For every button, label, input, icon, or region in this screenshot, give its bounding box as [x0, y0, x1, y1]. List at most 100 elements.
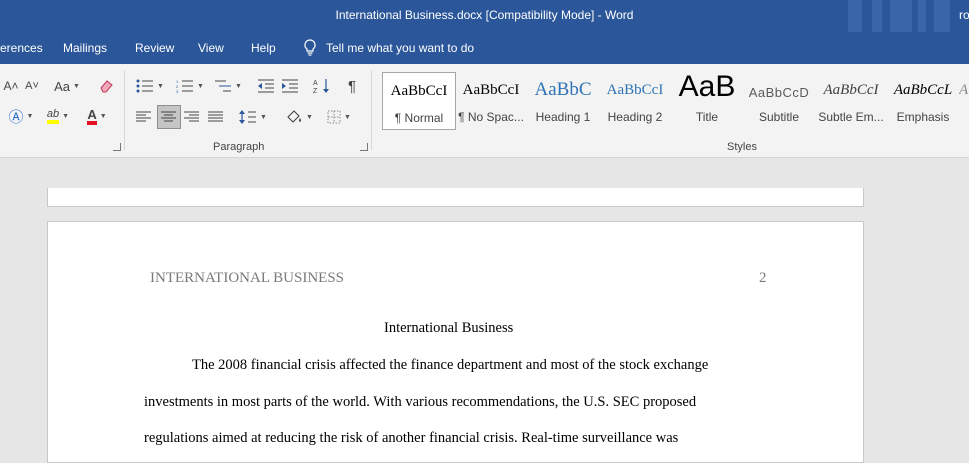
body-line: regulations aimed at reducing the risk o…: [144, 430, 679, 446]
style-heading-1[interactable]: AaBbC Heading 1: [527, 72, 599, 128]
tab-references[interactable]: erences: [0, 41, 43, 55]
shrink-font-button[interactable]: A˅: [24, 76, 40, 96]
tab-help[interactable]: Help: [251, 41, 276, 55]
chevron-down-icon: ▼: [26, 112, 34, 120]
shading-button[interactable]: ▼: [282, 107, 316, 127]
change-case-label: Aa: [54, 78, 70, 94]
text-effects-button[interactable]: Ⓐ ▼: [4, 106, 38, 126]
style-preview: AaB: [678, 70, 736, 103]
text-effects-icon: Ⓐ: [8, 108, 24, 126]
chevron-down-icon: ▼: [344, 113, 351, 121]
align-right-icon: [184, 111, 199, 122]
style-partial[interactable]: A: [959, 72, 969, 128]
align-center-button[interactable]: [157, 105, 181, 129]
ribbon: A˄ A˅ Aa ▼ Ⓐ ▼ ab ▼ A ▼ ▼ 123 ▼ ▼ A Z ¶ …: [0, 64, 969, 158]
body-line: investments in most parts of the world. …: [144, 394, 697, 410]
paint-bucket-icon: [287, 110, 302, 123]
document-page[interactable]: INTERNATIONAL BUSINESS 2 International B…: [47, 221, 864, 463]
show-formatting-button[interactable]: ¶: [342, 76, 362, 96]
line-spacing-button[interactable]: ▼: [236, 107, 270, 127]
header-title: INTERNATIONAL BUSINESS: [150, 270, 345, 286]
paragraph-group-label: Paragraph: [213, 141, 265, 153]
font-dialog-launcher[interactable]: [113, 143, 121, 151]
lightbulb-icon: [304, 39, 316, 56]
paragraph-dialog-launcher[interactable]: [360, 143, 368, 151]
borders-button[interactable]: ▼: [322, 107, 356, 127]
tab-review[interactable]: Review: [135, 41, 174, 55]
highlighter-icon: ab: [46, 108, 60, 124]
style-label: ¶ Normal: [394, 111, 444, 125]
style-label: Emphasis: [896, 110, 950, 124]
change-case-button[interactable]: Aa ▼: [52, 76, 82, 96]
style-label: Title: [695, 110, 719, 124]
svg-text:3: 3: [176, 89, 179, 93]
font-color-icon: A: [87, 108, 97, 125]
increase-indent-button[interactable]: [280, 76, 300, 96]
multilevel-list-icon: [215, 80, 232, 92]
style-normal[interactable]: AaBbCcI ¶ Normal: [382, 72, 456, 130]
chevron-down-icon: ▼: [72, 82, 80, 90]
page-number: 2: [759, 270, 767, 286]
align-left-button[interactable]: [134, 107, 154, 127]
style-preview: AaBbCcI: [823, 82, 879, 98]
style-preview: AaBbCcL: [893, 82, 953, 98]
style-subtle-emphasis[interactable]: AaBbCcI Subtle Em...: [815, 72, 887, 128]
style-label: Subtle Em...: [818, 110, 884, 124]
tell-me-label: Tell me what you want to do: [326, 40, 475, 55]
tab-mailings[interactable]: Mailings: [63, 41, 107, 55]
align-left-icon: [136, 111, 151, 122]
justify-button[interactable]: [206, 107, 226, 127]
chevron-down-icon: ▼: [157, 82, 164, 90]
bullets-button[interactable]: ▼: [134, 76, 166, 96]
align-right-button[interactable]: [182, 107, 202, 127]
sort-button[interactable]: A Z: [312, 76, 332, 96]
justify-icon: [208, 111, 223, 122]
style-preview: AaBbCcI: [390, 83, 448, 99]
font-color-button[interactable]: A ▼: [82, 106, 112, 126]
align-center-icon: [161, 111, 176, 122]
svg-text:A: A: [313, 80, 318, 87]
bullet-list-icon: [136, 79, 154, 93]
chevron-down-icon: ▼: [306, 113, 313, 121]
style-heading-2[interactable]: AaBbCcI Heading 2: [599, 72, 671, 128]
chevron-down-icon: ▼: [99, 112, 107, 120]
style-preview: AaBbCcI: [462, 82, 520, 98]
chevron-down-icon: ▼: [260, 113, 267, 121]
styles-group-label: Styles: [727, 141, 757, 153]
style-title[interactable]: AaB Title: [671, 70, 743, 128]
borders-icon: [327, 110, 341, 124]
tell-me-search[interactable]: Tell me what you want to do: [304, 39, 474, 56]
style-label: Heading 1: [535, 110, 591, 124]
body-line: The 2008 financial crisis affected the f…: [192, 357, 709, 373]
title-bar: International Business.docx [Compatibili…: [0, 0, 969, 32]
decrease-indent-icon: [258, 79, 274, 93]
style-emphasis[interactable]: AaBbCcL Emphasis: [887, 72, 959, 128]
document-title: International Business: [384, 320, 514, 336]
chevron-down-icon: ▼: [197, 82, 204, 90]
window-title: International Business.docx [Compatibili…: [335, 8, 634, 22]
clear-formatting-button[interactable]: [96, 76, 116, 96]
numbering-button[interactable]: 123 ▼: [174, 76, 206, 96]
group-separator: [124, 70, 125, 150]
chevron-down-icon: ▼: [235, 82, 242, 90]
decrease-indent-button[interactable]: [256, 76, 276, 96]
style-label: ¶ No Spac...: [458, 110, 524, 124]
sort-az-icon: A Z: [313, 79, 329, 94]
style-no-spacing[interactable]: AaBbCcI ¶ No Spac...: [455, 72, 527, 128]
user-account[interactable]: ro: [959, 8, 969, 22]
style-preview: AaBbCcI: [606, 82, 664, 98]
line-spacing-icon: [239, 110, 257, 124]
highlight-color-button[interactable]: ab ▼: [42, 106, 74, 126]
style-preview: AaBbC: [534, 79, 592, 100]
style-label: Subtitle: [758, 110, 800, 124]
tab-view[interactable]: View: [198, 41, 224, 55]
multilevel-list-button[interactable]: ▼: [212, 76, 244, 96]
ribbon-tabs: erences Mailings Review View Help Tell m…: [0, 32, 969, 64]
svg-text:Z: Z: [313, 88, 318, 94]
style-subtitle[interactable]: AaBbCcD Subtitle: [743, 72, 815, 128]
eraser-icon: [100, 80, 113, 93]
grow-font-button[interactable]: A˄: [2, 76, 20, 96]
chevron-down-icon: ▼: [62, 112, 70, 120]
previous-page: [47, 188, 864, 207]
numbered-list-icon: 123: [176, 79, 194, 93]
